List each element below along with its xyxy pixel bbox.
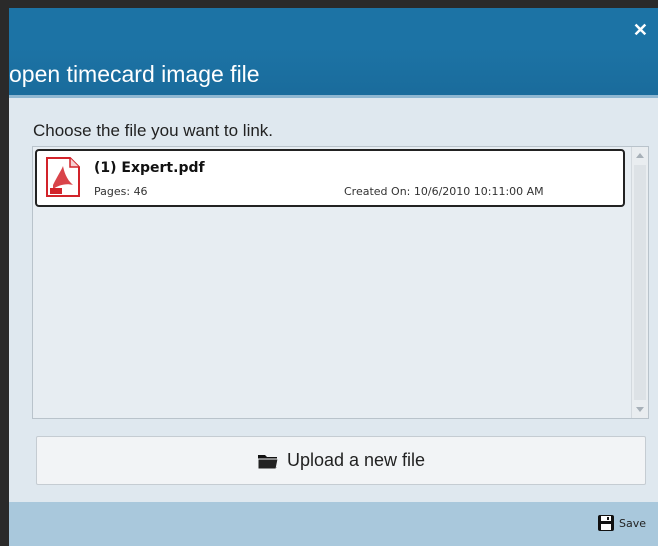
- folder-icon: [257, 454, 279, 469]
- file-list-item[interactable]: (1) Expert.pdf Pages: 46 Created On: 10/…: [35, 149, 625, 207]
- floppy-disk-icon: [597, 515, 614, 531]
- scroll-down-icon[interactable]: [636, 407, 644, 412]
- dialog-header: ✕ open timecard image file: [9, 8, 658, 98]
- open-timecard-dialog: ✕ open timecard image file Choose the fi…: [9, 8, 658, 546]
- file-list[interactable]: (1) Expert.pdf Pages: 46 Created On: 10/…: [32, 146, 649, 419]
- file-list-scrollbar[interactable]: [631, 147, 648, 418]
- file-pages: Pages: 46: [94, 185, 148, 198]
- upload-new-file-button[interactable]: Upload a new file: [36, 436, 646, 485]
- header-divider: [9, 95, 658, 98]
- file-created-on: Created On: 10/6/2010 10:11:00 AM: [344, 185, 544, 198]
- file-name: (1) Expert.pdf: [94, 160, 205, 176]
- dialog-title: open timecard image file: [9, 61, 260, 87]
- pdf-file-icon: [46, 157, 80, 197]
- dialog-footer: Save: [9, 502, 658, 546]
- scroll-track[interactable]: [634, 165, 646, 400]
- save-button[interactable]: Save: [597, 514, 646, 532]
- scroll-up-icon[interactable]: [636, 153, 644, 158]
- save-label: Save: [618, 516, 646, 530]
- close-icon[interactable]: ✕: [633, 20, 648, 40]
- instruction-text: Choose the file you want to link.: [33, 121, 274, 140]
- upload-button-label: Upload a new file: [286, 450, 426, 470]
